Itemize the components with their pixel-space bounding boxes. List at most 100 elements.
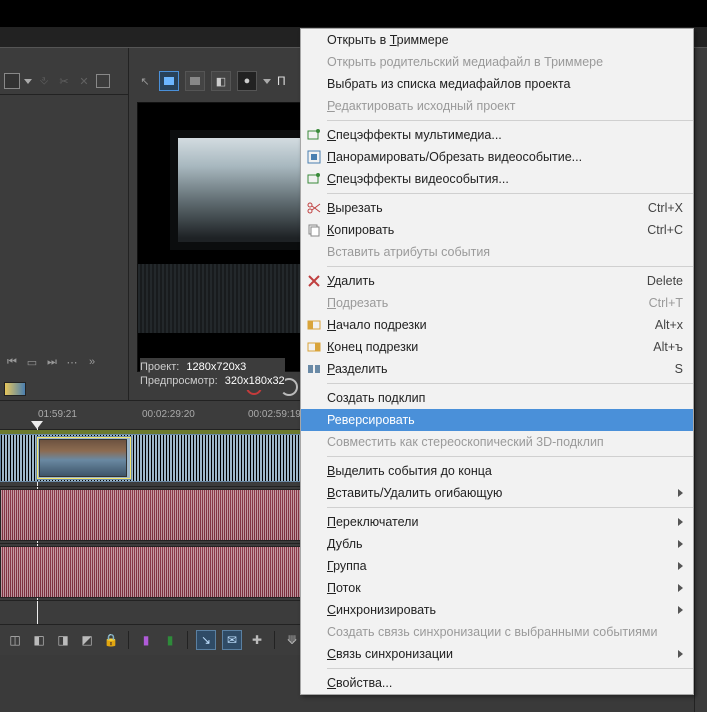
menu-synchronize[interactable]: Синхронизировать (301, 599, 693, 621)
menu-edit-source-project: Редактировать исходный проект (301, 95, 693, 117)
lock-icon[interactable]: 🔒 (102, 631, 120, 649)
menu-open-parent-in-trimmer: Открыть родительский медиафайл в Триммер… (301, 51, 693, 73)
scissors-icon[interactable]: ✂ (56, 73, 72, 89)
menu-media-fx[interactable]: Спецэффекты мультимедиа... (301, 124, 693, 146)
menu-take[interactable]: Дубль (301, 533, 693, 555)
titlebar (0, 0, 707, 27)
submenu-arrow-icon (678, 540, 683, 548)
preview-mode-button[interactable] (185, 71, 205, 91)
separator (327, 507, 693, 508)
menu-sync-link[interactable]: Связь синхронизации (301, 643, 693, 665)
menu-trim-end[interactable]: Конец подрезки Alt+ъ (301, 336, 693, 358)
segment-icon[interactable]: ▭ (24, 354, 40, 370)
trim-end-icon (306, 339, 322, 355)
separator (187, 631, 188, 649)
menu-select-from-project-media[interactable]: Выбрать из списка медиафайлов проекта (301, 73, 693, 95)
dots-icon[interactable]: ⋯ (64, 354, 80, 370)
audio-clip[interactable] (0, 546, 302, 598)
tool-button[interactable]: ◨ (54, 631, 72, 649)
shortcut: Ctrl+T (649, 296, 683, 310)
time-tick: 01:59:21 (38, 409, 77, 420)
menu-create-sync-link: Создать связь синхронизации с выбранными… (301, 621, 693, 643)
shortcut: Alt+х (655, 318, 683, 332)
edit-tool-button[interactable]: ↘ (196, 630, 216, 650)
menu-select-events-to-end[interactable]: Выделить события до конца (301, 460, 693, 482)
submenu-arrow-icon (678, 562, 683, 570)
crop-icon (306, 149, 322, 165)
monitor-icon[interactable] (96, 74, 110, 88)
audio-waveform (1, 547, 301, 597)
shortcut: Ctrl+C (647, 223, 683, 237)
aspect-button[interactable]: ● (237, 71, 257, 91)
copy-icon (306, 222, 322, 238)
menu-trim-start[interactable]: Начало подрезки Alt+х (301, 314, 693, 336)
menu-stream[interactable]: Поток (301, 577, 693, 599)
shortcut: Alt+ъ (653, 340, 683, 354)
separator (327, 193, 693, 194)
envelope-tool-button[interactable]: ✉ (222, 630, 242, 650)
monitor-icon (190, 77, 200, 85)
more-icon[interactable]: » (84, 354, 100, 370)
menu-delete[interactable]: Удалить Delete (301, 270, 693, 292)
audio-clip[interactable] (0, 489, 302, 541)
time-tick: 00:02:59:19 (248, 409, 301, 420)
menu-split[interactable]: Разделить S (301, 358, 693, 380)
time-tick: 00:02:29:20 (142, 409, 195, 420)
menu-reverse[interactable]: Реверсировать (301, 409, 693, 431)
menu-video-event-fx[interactable]: Спецэффекты видеособытия... (301, 168, 693, 190)
left-toolbar: ⎀ ✂ ✕ (0, 68, 128, 95)
left-transport-controls: ⏮ ▭ ⏭ ⋯ » (4, 352, 124, 372)
menu-group[interactable]: Группа (301, 555, 693, 577)
clip-thumbnail (39, 439, 127, 477)
marker-button[interactable]: ▮ (137, 631, 155, 649)
project-value: 1280x720x3 (186, 361, 246, 373)
scissors-icon (306, 200, 322, 216)
x-icon[interactable]: ✕ (76, 73, 92, 89)
separator (128, 631, 129, 649)
separator (327, 120, 693, 121)
submenu-arrow-icon (678, 489, 683, 497)
marker-button[interactable]: ▮ (161, 631, 179, 649)
tool-button[interactable]: ✚ (248, 631, 266, 649)
prev-icon[interactable]: ⏮ (4, 354, 20, 370)
right-dock-strip (694, 48, 707, 712)
dropdown-indicator[interactable] (4, 73, 20, 89)
menu-trim: Подрезать Ctrl+T (301, 292, 693, 314)
color-swatch (4, 382, 26, 396)
project-info: Проект: 1280x720x3 Предпросмотр: 320x180… (140, 358, 285, 390)
video-clip-selected[interactable] (36, 436, 132, 480)
separator (327, 383, 693, 384)
monitor-icon (164, 77, 174, 85)
tool-icon[interactable]: ⎀ (36, 73, 52, 89)
left-panel: ⎀ ✂ ✕ ⏮ ▭ ⏭ ⋯ » (0, 48, 129, 400)
tool-button[interactable]: ◫ (6, 631, 24, 649)
trim-start-icon (306, 317, 322, 333)
submenu-arrow-icon (678, 584, 683, 592)
tool-button[interactable]: ⟱ (283, 631, 301, 649)
fx-icon (306, 127, 322, 143)
tool-button[interactable]: ◩ (78, 631, 96, 649)
menu-properties[interactable]: Свойства... (301, 672, 693, 694)
menu-open-in-trimmer[interactable]: Открыть в Триммере (301, 29, 693, 51)
project-label: Проект: (140, 361, 179, 373)
split-icon (306, 361, 322, 377)
fx-icon (306, 171, 322, 187)
delete-icon (306, 273, 322, 289)
next-icon[interactable]: ⏭ (44, 354, 60, 370)
menu-insert-remove-envelope[interactable]: Вставить/Удалить огибающую (301, 482, 693, 504)
menu-pan-crop[interactable]: Панорамировать/Обрезать видеособытие... (301, 146, 693, 168)
menu-copy[interactable]: Копировать Ctrl+C (301, 219, 693, 241)
menu-paste-event-attributes: Вставить атрибуты события (301, 241, 693, 263)
tool-button[interactable]: ◧ (30, 631, 48, 649)
preview-mode-external-button[interactable] (159, 71, 179, 91)
shortcut: Ctrl+X (648, 201, 683, 215)
cursor-icon[interactable]: ↖ (137, 73, 153, 89)
audio-waveform (1, 490, 301, 540)
separator (327, 668, 693, 669)
menu-create-subclip[interactable]: Создать подклип (301, 387, 693, 409)
quality-button[interactable]: ◧ (211, 71, 231, 91)
preview-size-value: 320x180x32 (225, 375, 285, 387)
menu-cut[interactable]: Вырезать Ctrl+X (301, 197, 693, 219)
menu-switches[interactable]: Переключатели (301, 511, 693, 533)
chevron-down-icon (24, 79, 32, 84)
